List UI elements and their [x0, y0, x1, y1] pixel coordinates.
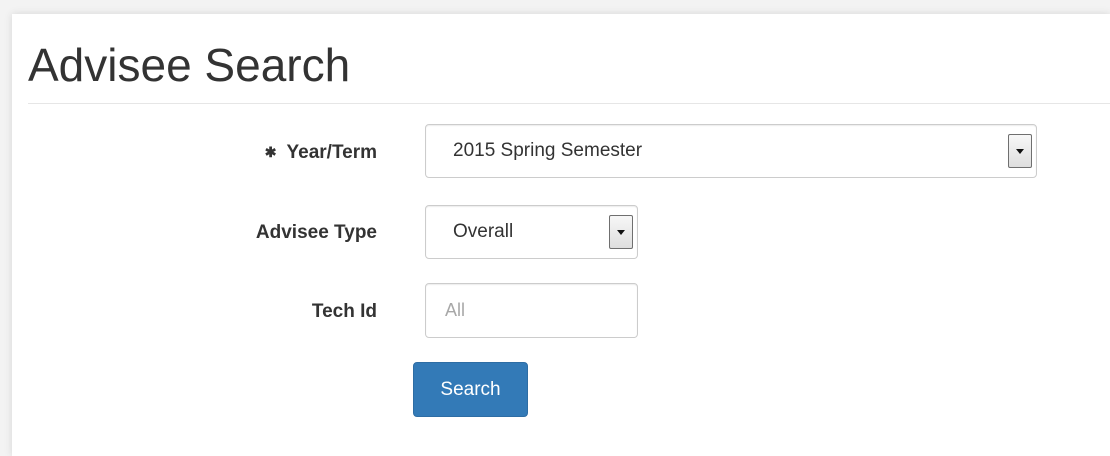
advisee-type-label: Advisee Type — [255, 222, 377, 243]
year-term-select[interactable]: 2015 Spring Semester — [425, 124, 1037, 178]
year-term-label-text: Year/Term — [286, 142, 377, 163]
year-term-selected-value: 2015 Spring Semester — [453, 140, 643, 161]
tech-id-input[interactable] — [425, 283, 638, 338]
title-divider — [28, 103, 1110, 104]
chevron-down-icon[interactable] — [1008, 134, 1032, 168]
asterisk-icon: ✱ — [264, 144, 277, 160]
page-title: Advisee Search — [28, 39, 351, 91]
year-term-label: ✱ Year/Term — [167, 140, 377, 165]
chevron-down-icon[interactable] — [609, 215, 633, 249]
search-button[interactable]: Search — [413, 362, 528, 417]
tech-id-label: Tech Id — [311, 301, 377, 322]
advisee-type-select[interactable]: Overall — [425, 205, 638, 259]
advisee-type-selected-value: Overall — [453, 221, 514, 242]
advisee-search-panel: Advisee Search ✱ Year/Term 2015 Spring Se… — [12, 14, 1110, 456]
